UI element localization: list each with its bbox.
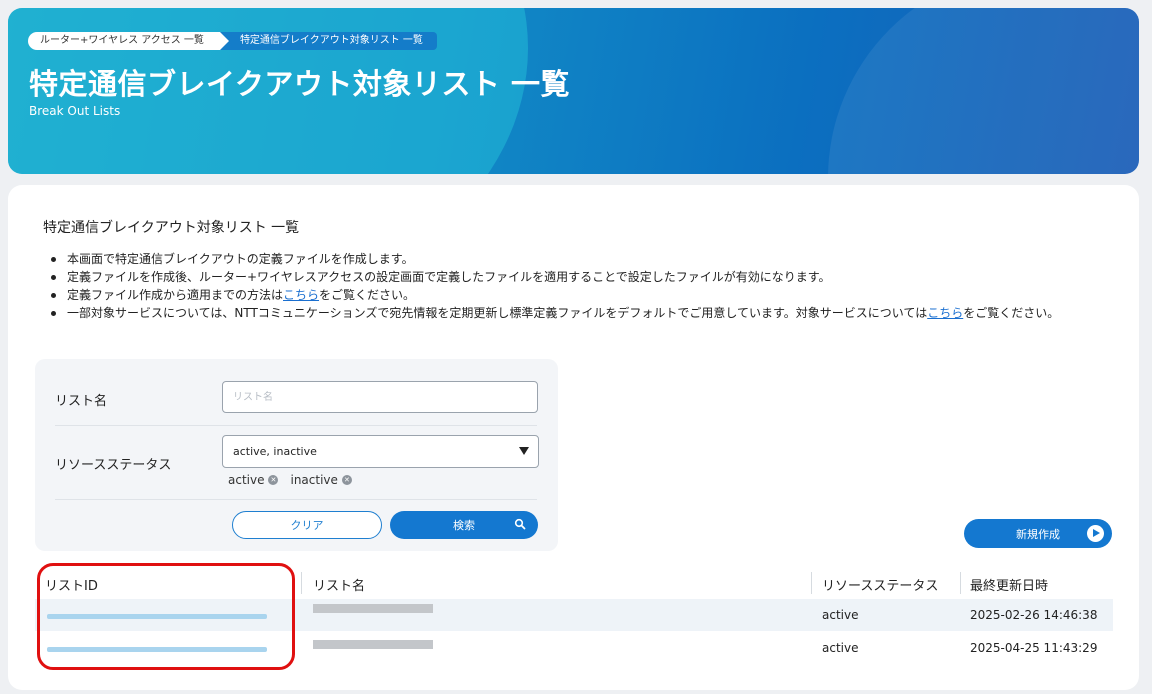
description-item: 定義ファイル作成から適用までの方法はこちらをご覧ください。 <box>43 286 1123 304</box>
status-cell: active <box>822 608 859 622</box>
column-separator <box>301 572 302 594</box>
column-separator <box>960 572 961 594</box>
description-item: 定義ファイルを作成後、ルーター+ワイヤレスアクセスの設定画面で定義したファイルを… <box>43 268 1123 286</box>
status-cell: active <box>822 641 859 655</box>
clear-button-label: クリア <box>290 519 324 532</box>
description-text: 定義ファイル作成から適用までの方法は <box>67 288 284 302</box>
banner-decoration <box>828 8 1139 174</box>
status-label: リソースステータス <box>55 458 172 473</box>
breadcrumb: ルーター+ワイヤレス アクセス 一覧 特定通信ブレイクアウト対象リスト 一覧 <box>28 31 437 51</box>
breadcrumb-item-current: 特定通信ブレイクアウト対象リスト 一覧 <box>219 32 437 50</box>
status-select[interactable]: active, inactive <box>222 435 539 468</box>
redacted-list-name <box>313 604 433 613</box>
column-header-list-name[interactable]: リスト名 <box>313 575 365 594</box>
column-header-status[interactable]: リソースステータス <box>822 575 938 594</box>
status-select-value: active, inactive <box>233 445 317 458</box>
status-chip-active: active ✕ <box>228 473 279 487</box>
filter-panel: リスト名 リソースステータス active, inactive active ✕… <box>35 359 558 551</box>
chip-label: inactive <box>290 473 338 487</box>
page-subtitle: Break Out Lists <box>29 104 121 118</box>
remove-chip-icon[interactable]: ✕ <box>341 475 352 485</box>
header-banner: ルーター+ワイヤレス アクセス 一覧 特定通信ブレイクアウト対象リスト 一覧 特… <box>8 8 1139 174</box>
create-new-label: 新規作成 <box>1016 527 1060 541</box>
howto-link[interactable]: こちら <box>283 288 319 302</box>
section-title: 特定通信ブレイクアウト対象リスト 一覧 <box>43 220 300 236</box>
filter-divider <box>55 499 537 500</box>
filter-divider <box>55 425 537 426</box>
status-chip-inactive: inactive ✕ <box>290 473 352 487</box>
column-header-updated[interactable]: 最終更新日時 <box>970 575 1048 594</box>
search-icon <box>514 518 526 533</box>
updated-cell: 2025-04-25 11:43:29 <box>970 641 1098 655</box>
status-chips: active ✕ inactive ✕ <box>228 473 352 487</box>
create-new-button[interactable]: 新規作成 <box>964 519 1112 548</box>
search-button[interactable]: 検索 <box>390 511 538 539</box>
chip-label: active <box>228 473 265 487</box>
list-name-input[interactable] <box>222 381 538 413</box>
search-button-label: 検索 <box>453 519 475 532</box>
description-text: をご覧ください。 <box>963 306 1060 320</box>
breadcrumb-item-router-list[interactable]: ルーター+ワイヤレス アクセス 一覧 <box>28 32 229 50</box>
arrow-circle-icon <box>1087 525 1104 542</box>
redacted-list-name <box>313 640 433 649</box>
page-title: 特定通信ブレイクアウト対象リスト 一覧 <box>29 67 571 101</box>
description-item: 一部対象サービスについては、NTTコミュニケーションズで宛先情報を定期更新し標準… <box>43 304 1123 322</box>
description-text: 一部対象サービスについては、NTTコミュニケーションズで宛先情報を定期更新し標準… <box>67 306 928 320</box>
list-name-label: リスト名 <box>55 394 108 409</box>
column-separator <box>811 572 812 594</box>
remove-chip-icon[interactable]: ✕ <box>268 475 279 485</box>
caret-down-icon <box>519 447 529 455</box>
description-list: 本画面で特定通信ブレイクアウトの定義ファイルを作成します。 定義ファイルを作成後… <box>43 250 1123 322</box>
description-text: をご覧ください。 <box>319 288 416 302</box>
description-text: 本画面で特定通信ブレイクアウトの定義ファイルを作成します。 <box>67 252 414 266</box>
target-services-link[interactable]: こちら <box>927 306 963 320</box>
description-item: 本画面で特定通信ブレイクアウトの定義ファイルを作成します。 <box>43 250 1123 268</box>
description-text: 定義ファイルを作成後、ルーター+ワイヤレスアクセスの設定画面で定義したファイルを… <box>67 270 831 284</box>
annotation-highlight-box <box>37 563 295 670</box>
clear-button[interactable]: クリア <box>232 511 382 539</box>
updated-cell: 2025-02-26 14:46:38 <box>970 608 1098 622</box>
